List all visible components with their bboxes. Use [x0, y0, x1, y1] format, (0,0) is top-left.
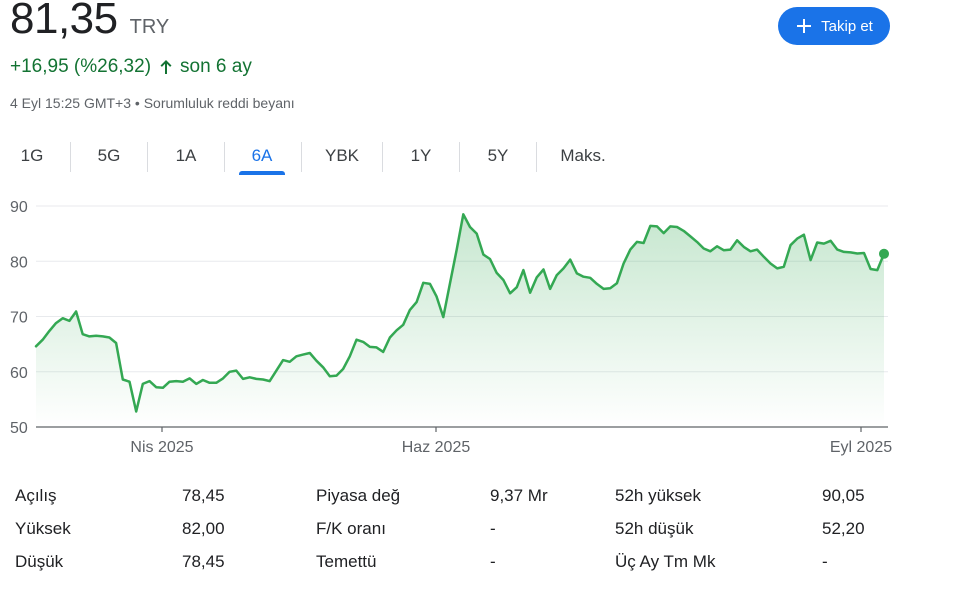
- tab-divider: [459, 142, 460, 172]
- meta-separator: •: [134, 95, 140, 111]
- tab-label: 5G: [97, 146, 121, 165]
- tab-1y[interactable]: 1Y: [395, 136, 447, 176]
- tab-label: YBK: [324, 146, 360, 165]
- tab-divider: [382, 142, 383, 172]
- stat-label: 52h yüksek: [615, 486, 701, 505]
- change-amount: +16,95 (%26,32): [10, 56, 152, 77]
- stat-label: Temettü: [316, 552, 377, 571]
- stat-label: Üç Ay Tm Mk: [615, 552, 716, 571]
- stat-value: 78,45: [182, 486, 225, 505]
- tab-1a[interactable]: 1A: [160, 136, 212, 176]
- y-tick-label: 80: [10, 254, 28, 271]
- stat-value: 82,00: [182, 519, 225, 538]
- stats-row: Açılış 78,45 Piyasa değ 9,37 Mr 52h yüks…: [0, 486, 960, 510]
- arrow-up-icon: [157, 58, 175, 76]
- tab-divider: [147, 142, 148, 172]
- change-period: son 6 ay: [180, 56, 252, 77]
- y-tick-label: 90: [10, 199, 28, 216]
- x-tick-label: Haz 2025: [402, 439, 471, 456]
- stat-label: Düşük: [15, 552, 64, 571]
- plus-icon: [795, 17, 813, 35]
- price-change: +16,95 (%26,32) son 6 ay: [10, 56, 252, 78]
- y-tick-label: 50: [10, 420, 28, 437]
- price-chart[interactable]: 90 80 70 60 50 Nis 2025 Haz 2025 Eyl 2025: [0, 190, 960, 465]
- tab-divider: [536, 142, 537, 172]
- current-price: 81,35: [10, 0, 118, 43]
- price-area: [36, 214, 884, 427]
- tab-label: 1G: [20, 146, 44, 165]
- tab-1g[interactable]: 1G: [6, 136, 58, 176]
- tab-divider: [301, 142, 302, 172]
- follow-button-label: Takip et: [821, 17, 873, 35]
- stat-value: 90,05: [822, 486, 865, 505]
- stat-value: 78,45: [182, 552, 225, 571]
- tab-label: 6A: [251, 146, 273, 165]
- tab-label: 5Y: [487, 146, 509, 165]
- stat-value: 9,37 Mr: [490, 486, 548, 505]
- y-tick-label: 60: [10, 365, 28, 382]
- tab-ybk[interactable]: YBK: [314, 136, 370, 176]
- tab-label: Maks.: [560, 146, 606, 165]
- tab-5g[interactable]: 5G: [83, 136, 135, 176]
- tab-label: 1Y: [410, 146, 432, 165]
- tab-5y[interactable]: 5Y: [472, 136, 524, 176]
- follow-button[interactable]: Takip et: [778, 7, 890, 45]
- quote-meta: 4 Eyl 15:25 GMT+3 • Sorumluluk reddi bey…: [10, 95, 295, 111]
- stat-value: -: [822, 552, 828, 571]
- tab-divider: [224, 142, 225, 172]
- stat-label: Açılış: [15, 486, 57, 505]
- stat-value: -: [490, 519, 496, 538]
- last-price-point: [879, 248, 889, 259]
- stat-label: F/K oranı: [316, 519, 386, 538]
- disclaimer-link[interactable]: Sorumluluk reddi beyanı: [144, 95, 295, 111]
- stat-value: -: [490, 552, 496, 571]
- stat-label: Piyasa değ: [316, 486, 401, 505]
- tab-maks[interactable]: Maks.: [549, 136, 617, 176]
- x-tick-label: Nis 2025: [130, 439, 193, 456]
- active-tab-indicator: [239, 171, 285, 175]
- stat-value: 52,20: [822, 519, 865, 538]
- y-tick-label: 70: [10, 310, 28, 327]
- tab-6a[interactable]: 6A: [239, 136, 285, 176]
- stats-row: Yüksek 82,00 F/K oranı - 52h düşük 52,20: [0, 519, 960, 543]
- price-header: 81,35 TRY: [10, 0, 169, 44]
- range-tabs: 1G 5G 1A 6A YBK 1Y 5Y Maks.: [0, 136, 700, 176]
- stat-label: 52h düşük: [615, 519, 694, 538]
- stat-label: Yüksek: [15, 519, 71, 538]
- tab-label: 1A: [175, 146, 197, 165]
- quote-timestamp: 4 Eyl 15:25 GMT+3: [10, 95, 132, 111]
- currency-code: TRY: [129, 16, 170, 38]
- tab-divider: [70, 142, 71, 172]
- stats-row: Düşük 78,45 Temettü - Üç Ay Tm Mk -: [0, 552, 960, 576]
- x-tick-label: Eyl 2025: [830, 439, 892, 456]
